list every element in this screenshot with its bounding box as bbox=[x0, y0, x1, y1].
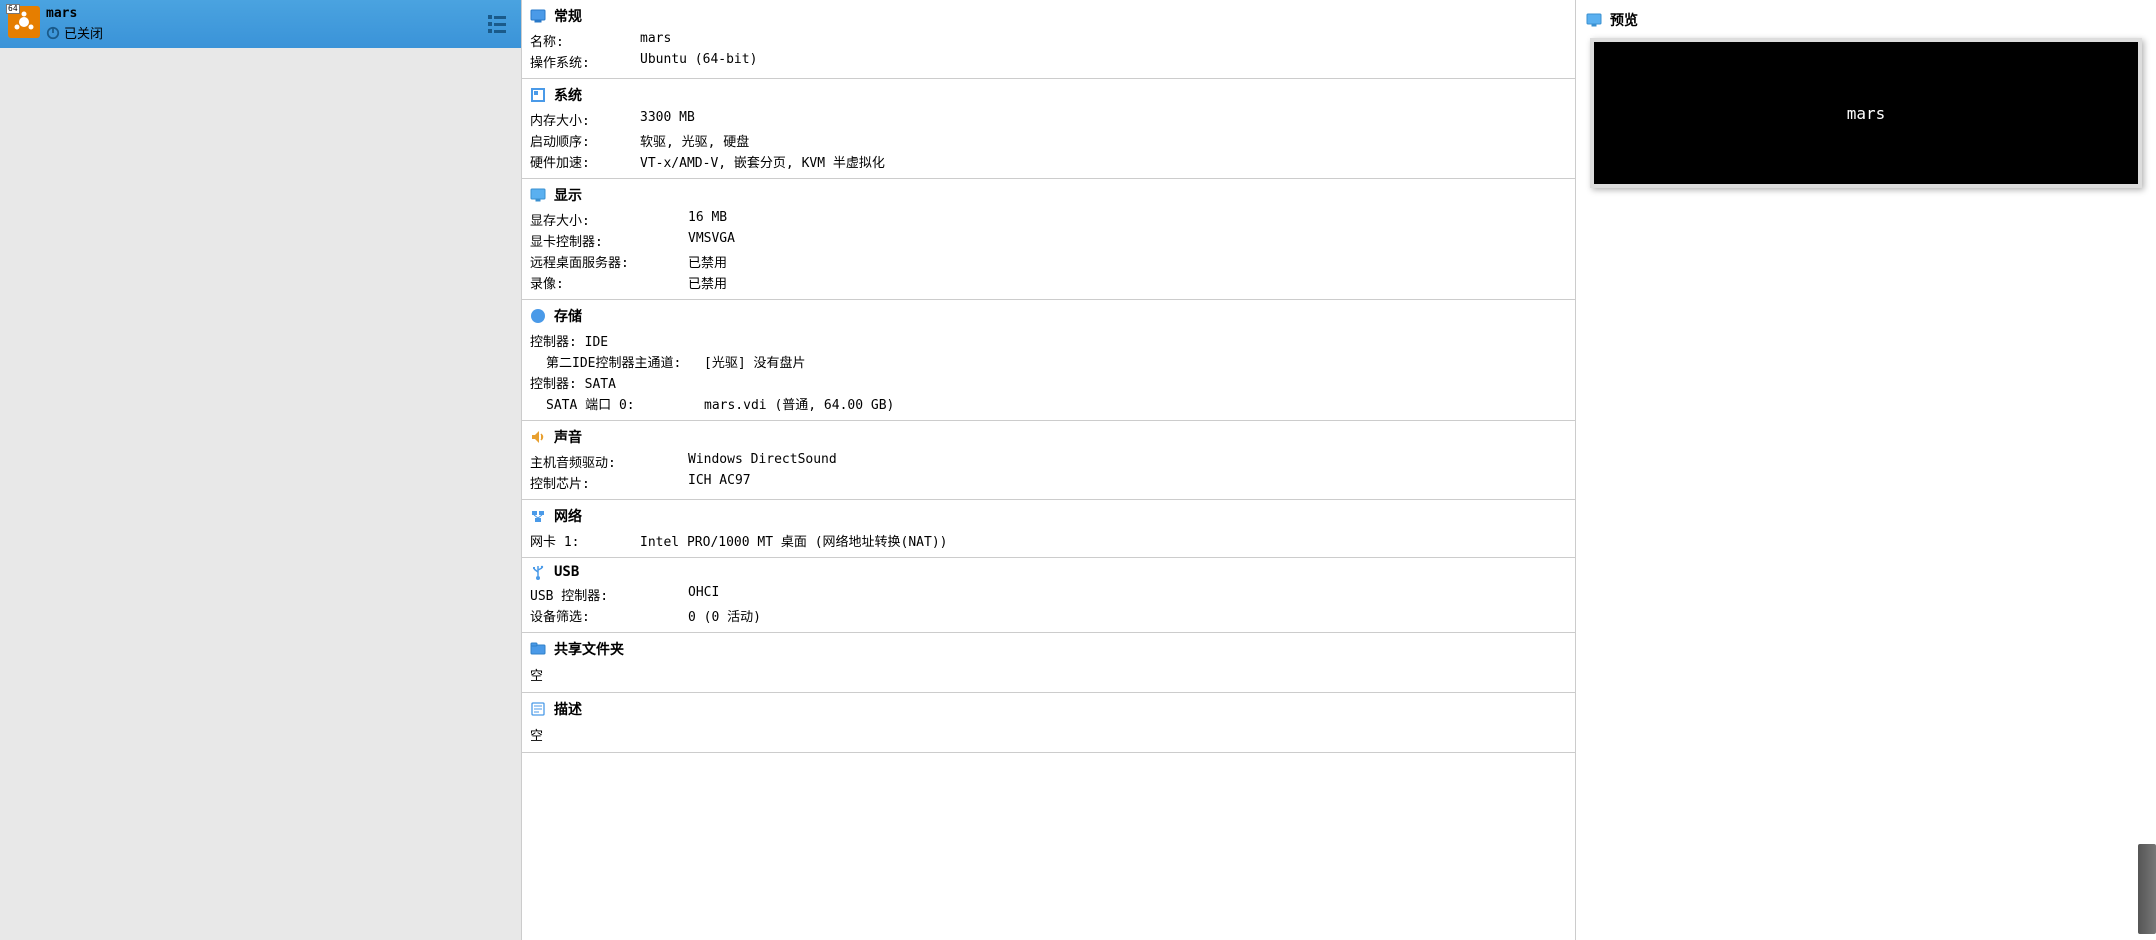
value-recording: 已禁用 bbox=[688, 273, 727, 292]
storage-icon bbox=[530, 308, 546, 324]
value-os: Ubuntu (64-bit) bbox=[640, 52, 757, 71]
network-icon bbox=[530, 508, 546, 524]
shared-folder-icon bbox=[530, 641, 546, 657]
label-audio-drv: 主机音频驱动: bbox=[530, 452, 688, 471]
general-icon bbox=[530, 8, 546, 24]
storage-ctrl-sata: 控制器: SATA bbox=[530, 373, 616, 392]
section-shared-folders: 共享文件夹 空 bbox=[522, 633, 1575, 693]
value-shared: 空 bbox=[530, 663, 1567, 686]
section-network: 网络 网卡 1:Intel PRO/1000 MT 桌面 (网络地址转换(NAT… bbox=[522, 500, 1575, 558]
section-description: 描述 空 bbox=[522, 693, 1575, 753]
system-icon bbox=[530, 87, 546, 103]
label-usb-ctrl: USB 控制器: bbox=[530, 585, 688, 604]
value-name: mars bbox=[640, 31, 671, 50]
label-vram: 显存大小: bbox=[530, 210, 688, 229]
value-ide-channel: [光驱] 没有盘片 bbox=[704, 352, 805, 371]
display-icon bbox=[530, 187, 546, 203]
vm-list-sidebar: 64 mars 已关闭 bbox=[0, 0, 522, 940]
preview-vm-name: mars bbox=[1847, 104, 1886, 123]
section-storage: 存储 控制器: IDE 第二IDE控制器主通道:[光驱] 没有盘片 控制器: S… bbox=[522, 300, 1575, 421]
section-general: 常规 名称:mars 操作系统:Ubuntu (64-bit) bbox=[522, 0, 1575, 79]
section-header-general[interactable]: 常规 bbox=[530, 4, 1567, 30]
vm-status-text: 已关闭 bbox=[64, 23, 103, 42]
value-gfx-ctrl: VMSVGA bbox=[688, 231, 735, 250]
section-header-system[interactable]: 系统 bbox=[530, 83, 1567, 109]
label-recording: 录像: bbox=[530, 273, 688, 292]
label-rdp: 远程桌面服务器: bbox=[530, 252, 688, 271]
value-desc: 空 bbox=[530, 723, 1567, 746]
section-header-storage[interactable]: 存储 bbox=[530, 304, 1567, 330]
label-ide-channel: 第二IDE控制器主通道: bbox=[546, 352, 704, 371]
vm-details-panel: 常规 名称:mars 操作系统:Ubuntu (64-bit) 系统 内存大小:… bbox=[522, 0, 1576, 940]
power-icon bbox=[46, 26, 60, 40]
label-audio-chip: 控制芯片: bbox=[530, 473, 688, 492]
value-usb-ctrl: OHCI bbox=[688, 585, 719, 604]
description-icon bbox=[530, 701, 546, 717]
value-accel: VT-x/AMD-V, 嵌套分页, KVM 半虚拟化 bbox=[640, 152, 885, 171]
usb-icon bbox=[530, 564, 546, 580]
arch-badge: 64 bbox=[6, 4, 20, 14]
label-boot: 启动顺序: bbox=[530, 131, 640, 150]
label-os: 操作系统: bbox=[530, 52, 640, 71]
vm-name: mars bbox=[46, 6, 485, 21]
preview-header: 预览 bbox=[1586, 8, 2146, 38]
value-nic: Intel PRO/1000 MT 桌面 (网络地址转换(NAT)) bbox=[640, 531, 948, 550]
vm-os-icon: 64 bbox=[8, 6, 40, 38]
value-vram: 16 MB bbox=[688, 210, 727, 229]
label-memory: 内存大小: bbox=[530, 110, 640, 129]
label-accel: 硬件加速: bbox=[530, 152, 640, 171]
value-rdp: 已禁用 bbox=[688, 252, 727, 271]
section-header-network[interactable]: 网络 bbox=[530, 504, 1567, 530]
value-usb-filter: 0 (0 活动) bbox=[688, 606, 761, 625]
section-system: 系统 内存大小:3300 MB 启动顺序:软驱, 光驱, 硬盘 硬件加速:VT-… bbox=[522, 79, 1575, 179]
label-gfx-ctrl: 显卡控制器: bbox=[530, 231, 688, 250]
label-usb-filter: 设备筛选: bbox=[530, 606, 688, 625]
section-header-shared[interactable]: 共享文件夹 bbox=[530, 637, 1567, 663]
list-view-toggle-icon[interactable] bbox=[485, 12, 509, 36]
section-header-desc[interactable]: 描述 bbox=[530, 697, 1567, 723]
value-audio-drv: Windows DirectSound bbox=[688, 452, 837, 471]
label-sata-port: SATA 端口 0: bbox=[546, 394, 704, 413]
preview-panel: 预览 mars bbox=[1576, 0, 2156, 940]
value-memory: 3300 MB bbox=[640, 110, 695, 129]
value-boot: 软驱, 光驱, 硬盘 bbox=[640, 131, 749, 150]
vertical-scrollbar[interactable] bbox=[2138, 844, 2156, 934]
preview-icon bbox=[1586, 12, 1602, 28]
section-header-usb[interactable]: USB bbox=[530, 562, 1567, 584]
audio-icon bbox=[530, 429, 546, 445]
section-usb: USB USB 控制器:OHCI 设备筛选:0 (0 活动) bbox=[522, 558, 1575, 633]
preview-thumbnail[interactable]: mars bbox=[1590, 38, 2142, 188]
value-sata-port: mars.vdi (普通, 64.00 GB) bbox=[704, 394, 894, 413]
value-audio-chip: ICH AC97 bbox=[688, 473, 751, 492]
label-name: 名称: bbox=[530, 31, 640, 50]
label-nic: 网卡 1: bbox=[530, 531, 640, 550]
section-audio: 声音 主机音频驱动:Windows DirectSound 控制芯片:ICH A… bbox=[522, 421, 1575, 500]
section-header-audio[interactable]: 声音 bbox=[530, 425, 1567, 451]
vm-list-item[interactable]: 64 mars 已关闭 bbox=[0, 0, 521, 48]
storage-ctrl-ide: 控制器: IDE bbox=[530, 331, 608, 350]
section-display: 显示 显存大小:16 MB 显卡控制器:VMSVGA 远程桌面服务器:已禁用 录… bbox=[522, 179, 1575, 300]
section-header-display[interactable]: 显示 bbox=[530, 183, 1567, 209]
